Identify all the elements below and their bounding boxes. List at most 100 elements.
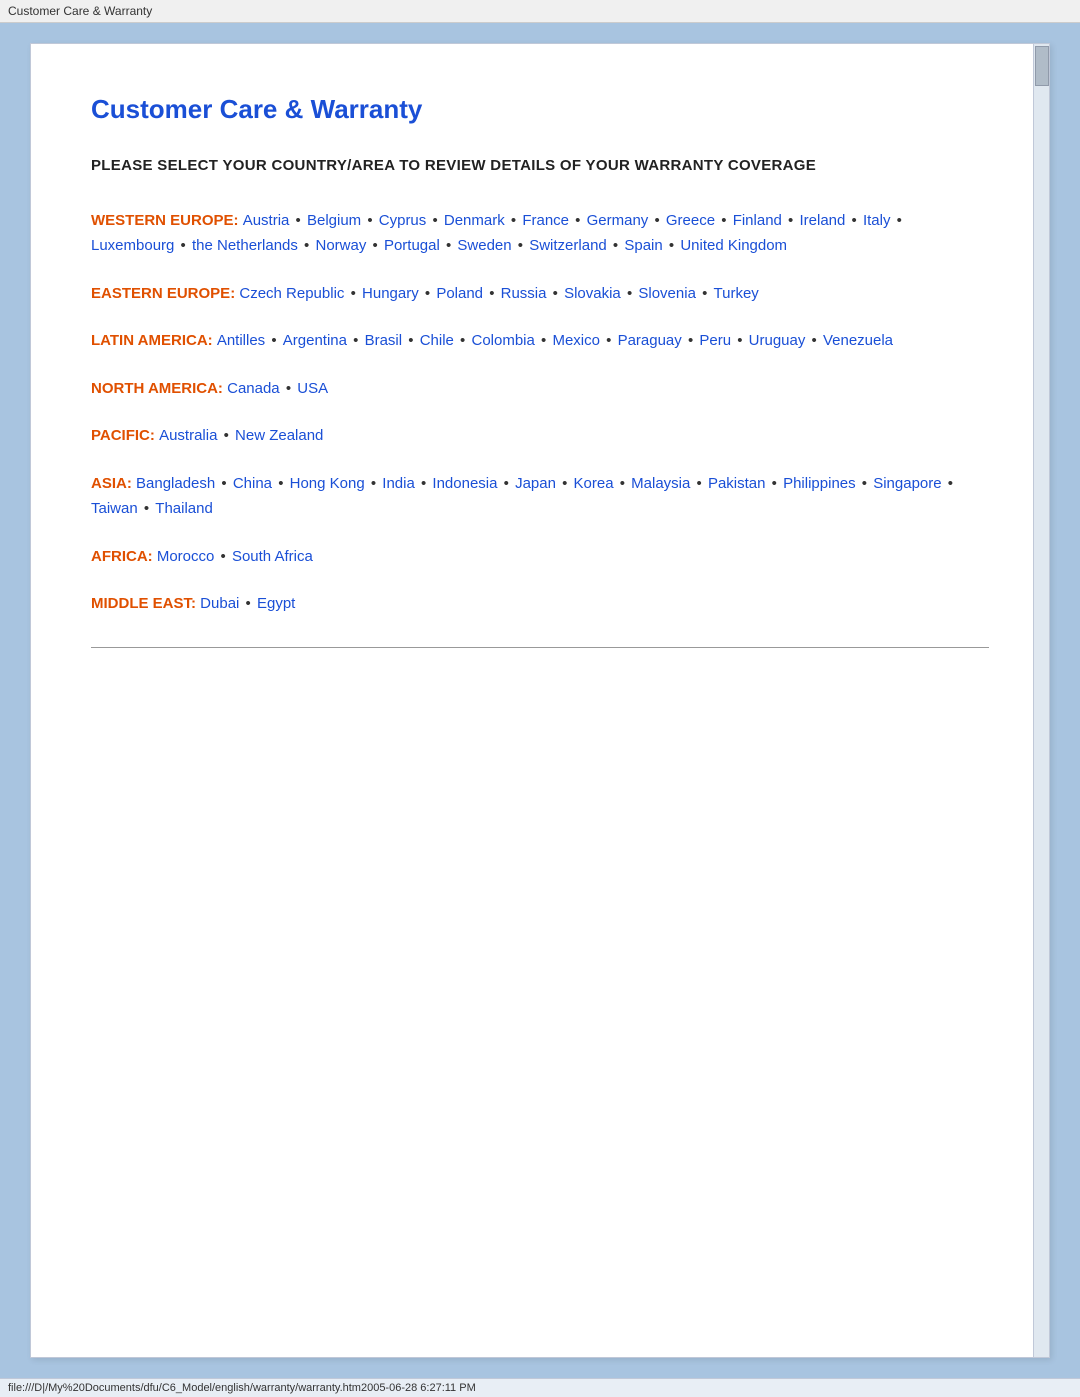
region-label-eastern-europe: EASTERN EUROPE: [91, 285, 239, 302]
country-link-luxembourg[interactable]: Luxembourg [91, 237, 174, 254]
scrollbar[interactable] [1033, 44, 1049, 1357]
country-link-thailand[interactable]: Thailand [155, 500, 213, 517]
country-link-dubai[interactable]: Dubai [200, 595, 239, 612]
bullet: • [267, 332, 281, 349]
country-link-malaysia[interactable]: Malaysia [631, 475, 690, 492]
country-link-paraguay[interactable]: Paraguay [618, 332, 682, 349]
bullet: • [216, 548, 230, 565]
country-link-united-kingdom[interactable]: United Kingdom [680, 237, 787, 254]
country-link-uruguay[interactable]: Uruguay [749, 332, 806, 349]
region-north-america: NORTH AMERICA: Canada • USA [91, 376, 989, 402]
regions-container: WESTERN EUROPE: Austria • Belgium • Cypr… [91, 208, 989, 617]
bullet: • [282, 380, 296, 397]
country-link-poland[interactable]: Poland [436, 285, 483, 302]
country-link-egypt[interactable]: Egypt [257, 595, 295, 612]
bullet: • [349, 332, 363, 349]
country-link-the-netherlands[interactable]: the Netherlands [192, 237, 298, 254]
country-link-new-zealand[interactable]: New Zealand [235, 427, 323, 444]
country-link-finland[interactable]: Finland [733, 212, 782, 229]
country-link-colombia[interactable]: Colombia [471, 332, 534, 349]
status-bar: file:///D|/My%20Documents/dfu/C6_Model/e… [0, 1378, 1080, 1397]
country-link-slovenia[interactable]: Slovenia [638, 285, 696, 302]
bullet: • [274, 475, 288, 492]
country-link-hungary[interactable]: Hungary [362, 285, 419, 302]
country-link-switzerland[interactable]: Switzerland [529, 237, 607, 254]
country-link-austria[interactable]: Austria [243, 212, 290, 229]
region-asia: ASIA: Bangladesh • China • Hong Kong • I… [91, 471, 989, 522]
country-link-antilles[interactable]: Antilles [217, 332, 265, 349]
region-western-europe: WESTERN EUROPE: Austria • Belgium • Cypr… [91, 208, 989, 259]
country-link-norway[interactable]: Norway [315, 237, 366, 254]
bullet: • [514, 237, 528, 254]
country-link-denmark[interactable]: Denmark [444, 212, 505, 229]
bullet: • [507, 212, 521, 229]
country-link-germany[interactable]: Germany [587, 212, 649, 229]
bullet: • [291, 212, 305, 229]
country-link-australia[interactable]: Australia [159, 427, 217, 444]
bullet: • [417, 475, 431, 492]
country-link-usa[interactable]: USA [297, 380, 328, 397]
country-link-sweden[interactable]: Sweden [457, 237, 511, 254]
country-link-portugal[interactable]: Portugal [384, 237, 440, 254]
title-bar: Customer Care & Warranty [0, 0, 1080, 23]
country-link-italy[interactable]: Italy [863, 212, 891, 229]
country-link-belgium[interactable]: Belgium [307, 212, 361, 229]
country-link-japan[interactable]: Japan [515, 475, 556, 492]
bullet: • [616, 475, 630, 492]
country-link-canada[interactable]: Canada [227, 380, 280, 397]
region-middle-east: MIDDLE EAST: Dubai • Egypt [91, 591, 989, 617]
bullet: • [684, 332, 698, 349]
bullet: • [558, 475, 572, 492]
bullet: • [140, 500, 154, 517]
country-link-greece[interactable]: Greece [666, 212, 715, 229]
country-link-bangladesh[interactable]: Bangladesh [136, 475, 215, 492]
country-link-argentina[interactable]: Argentina [283, 332, 347, 349]
country-link-czech-republic[interactable]: Czech Republic [239, 285, 344, 302]
bullet: • [456, 332, 470, 349]
country-link-pakistan[interactable]: Pakistan [708, 475, 766, 492]
scrollbar-thumb[interactable] [1035, 46, 1049, 86]
bullet: • [485, 285, 499, 302]
bullet: • [847, 212, 861, 229]
country-link-hong-kong[interactable]: Hong Kong [290, 475, 365, 492]
country-link-turkey[interactable]: Turkey [714, 285, 759, 302]
bullet: • [609, 237, 623, 254]
country-link-taiwan[interactable]: Taiwan [91, 500, 138, 517]
country-link-singapore[interactable]: Singapore [873, 475, 941, 492]
country-link-china[interactable]: China [233, 475, 272, 492]
country-link-chile[interactable]: Chile [420, 332, 454, 349]
country-link-peru[interactable]: Peru [699, 332, 731, 349]
country-link-korea[interactable]: Korea [574, 475, 614, 492]
region-label-western-europe: WESTERN EUROPE: [91, 212, 243, 229]
country-link-ireland[interactable]: Ireland [799, 212, 845, 229]
title-bar-text: Customer Care & Warranty [8, 4, 152, 18]
bullet: • [548, 285, 562, 302]
bullet: • [241, 595, 255, 612]
country-link-russia[interactable]: Russia [501, 285, 547, 302]
page-container: Customer Care & Warranty PLEASE SELECT Y… [30, 43, 1050, 1358]
country-link-philippines[interactable]: Philippines [783, 475, 856, 492]
outer-wrapper: Customer Care & Warranty PLEASE SELECT Y… [0, 23, 1080, 1378]
country-link-south-africa[interactable]: South Africa [232, 548, 313, 565]
bullet: • [602, 332, 616, 349]
region-label-latin-america: LATIN AMERICA: [91, 332, 217, 349]
region-label-africa: AFRICA: [91, 548, 157, 565]
country-link-brasil[interactable]: Brasil [365, 332, 403, 349]
country-link-india[interactable]: India [382, 475, 415, 492]
bullet: • [717, 212, 731, 229]
country-link-venezuela[interactable]: Venezuela [823, 332, 893, 349]
country-link-mexico[interactable]: Mexico [552, 332, 600, 349]
bullet: • [571, 212, 585, 229]
region-latin-america: LATIN AMERICA: Antilles • Argentina • Br… [91, 328, 989, 354]
bullet: • [219, 427, 233, 444]
region-label-middle-east: MIDDLE EAST: [91, 595, 200, 612]
country-link-indonesia[interactable]: Indonesia [432, 475, 497, 492]
country-link-slovakia[interactable]: Slovakia [564, 285, 621, 302]
region-pacific: PACIFIC: Australia • New Zealand [91, 423, 989, 449]
country-link-morocco[interactable]: Morocco [157, 548, 215, 565]
country-link-cyprus[interactable]: Cyprus [379, 212, 427, 229]
divider [91, 647, 989, 648]
country-link-france[interactable]: France [522, 212, 569, 229]
country-link-spain[interactable]: Spain [624, 237, 662, 254]
bullet: • [217, 475, 231, 492]
